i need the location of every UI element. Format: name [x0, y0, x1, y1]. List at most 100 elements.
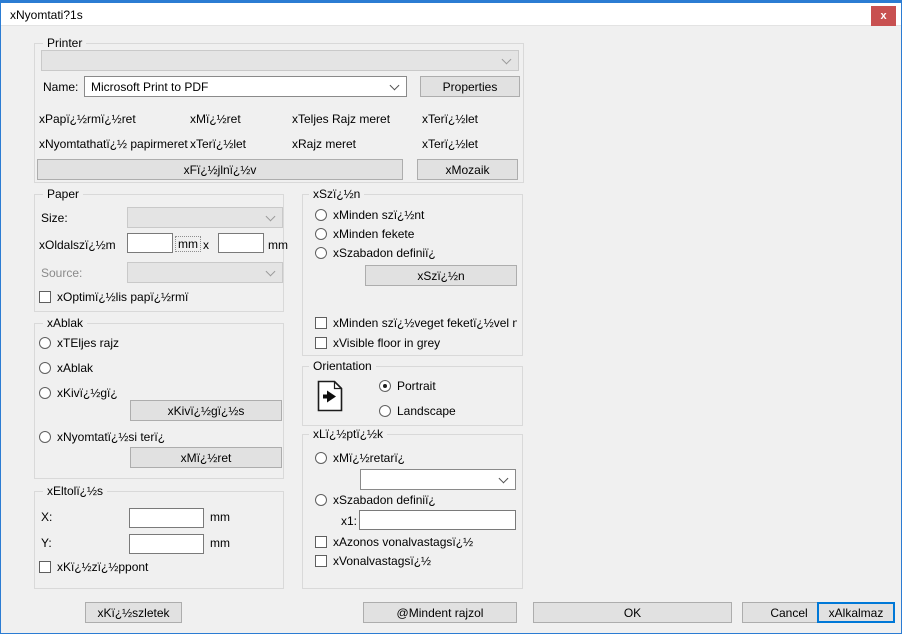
paper-group-label: Paper — [43, 187, 83, 201]
radio-indicator — [315, 247, 327, 259]
apply-button[interactable]: xAlkalmaz — [817, 602, 895, 623]
area-info-label-2: xTerï¿½let — [190, 137, 246, 151]
mm-unit-label-x: mm — [210, 510, 230, 524]
chevron-down-icon — [390, 80, 400, 90]
printer-name-label: Name: — [43, 80, 78, 94]
x1-label: x1: — [341, 514, 357, 528]
radio-indicator — [39, 362, 51, 374]
chevron-down-icon — [499, 473, 509, 483]
offset-y-label: Y: — [41, 536, 52, 550]
radio-print-area[interactable]: xNyomtatï¿½si terï¿ — [39, 430, 165, 444]
text-black-checkbox[interactable]: xMinden szï¿½veget feketï¿½vel nyom — [315, 316, 517, 330]
radio-all-colors[interactable]: xMinden szï¿½nt — [315, 208, 424, 222]
window-area-group: xAblak xTEljes rajz xAblak xKivï¿½gï¿ xK… — [34, 323, 284, 479]
radio-landscape[interactable]: Landscape — [379, 404, 456, 418]
orientation-group: Orientation Portrait Landscape — [302, 366, 523, 426]
radio-full-drawing[interactable]: xTEljes rajz — [39, 336, 119, 350]
scale-group: xLï¿½ptï¿½k xMï¿½retarï¿ xSzabadon defin… — [302, 434, 523, 589]
radio-indicator — [379, 405, 391, 417]
chevron-down-icon — [266, 266, 276, 276]
printable-paper-size-label: xNyomtathatï¿½ papirmeret — [39, 137, 188, 151]
radio-indicator — [315, 494, 327, 506]
area-info-label-3: xTerï¿½let — [422, 137, 478, 151]
scale-group-label: xLï¿½ptï¿½k — [309, 427, 387, 441]
printer-top-combobox[interactable] — [41, 50, 519, 71]
title-bar: xNyomtati?1s x — [1, 1, 901, 26]
pages-y-input[interactable] — [218, 233, 264, 253]
lineweight-checkbox[interactable]: xVonalvastagsï¿½ — [315, 554, 431, 568]
mm-unit-label-1: mm — [175, 236, 201, 252]
radio-scale-custom[interactable]: xSzabadon definiï¿ — [315, 493, 436, 507]
radio-indicator — [39, 387, 51, 399]
radio-indicator — [315, 228, 327, 240]
mm-unit-label-2: mm — [268, 238, 288, 252]
size-button[interactable]: xMï¿½ret — [130, 447, 282, 468]
mm-unit-label-y: mm — [210, 536, 230, 550]
offset-group-label: xEltolï¿½s — [43, 484, 107, 498]
presets-button[interactable]: xKï¿½szletek — [85, 602, 182, 623]
radio-all-black[interactable]: xMinden fekete — [315, 227, 414, 241]
checkbox-indicator — [39, 561, 51, 573]
scale-x1-input[interactable] — [359, 510, 516, 530]
checkbox-indicator — [39, 291, 51, 303]
checkbox-indicator — [315, 337, 327, 349]
mosaic-button[interactable]: xMozaik — [417, 159, 518, 180]
radio-indicator-selected — [379, 380, 391, 392]
scale-ratio-combobox[interactable] — [360, 469, 516, 490]
checkbox-indicator — [315, 536, 327, 548]
radio-indicator — [39, 431, 51, 443]
paper-size-combobox[interactable] — [127, 207, 283, 228]
floor-grey-checkbox[interactable]: xVisible floor in grey — [315, 336, 440, 350]
drawing-size-label: xRajz meret — [292, 137, 356, 151]
checkbox-indicator — [315, 555, 327, 567]
optimal-paper-checkbox[interactable]: xOptimï¿½lis papï¿½rmï — [39, 290, 188, 304]
area-info-label-1: xTerï¿½let — [422, 112, 478, 126]
print-dialog: { "window": { "title": "xNyomtati?1s", "… — [0, 0, 902, 634]
paper-size-label: Size: — [41, 211, 68, 225]
chevron-down-icon — [266, 211, 276, 221]
draw-all-button[interactable]: @Mindent rajzol — [363, 602, 517, 623]
window-title: xNyomtati?1s — [10, 8, 83, 22]
paper-source-label: Source: — [41, 266, 82, 280]
printer-group: Printer Name: Microsoft Print to PDF Pro… — [34, 43, 524, 183]
close-button[interactable]: x — [871, 6, 896, 26]
offset-group: xEltolï¿½s X: mm Y: mm xKï¿½zï¿½ppont — [34, 491, 284, 589]
radio-custom-color[interactable]: xSzabadon definiï¿ — [315, 246, 436, 260]
printer-name-value: Microsoft Print to PDF — [91, 80, 208, 94]
chevron-down-icon — [502, 54, 512, 64]
same-lineweight-checkbox[interactable]: xAzonos vonalvastagsï¿½ — [315, 535, 473, 549]
paper-source-combobox[interactable] — [127, 262, 283, 283]
size-info-label: xMï¿½ret — [190, 112, 241, 126]
offset-y-input[interactable] — [129, 534, 204, 554]
times-label: x — [203, 238, 209, 252]
radio-portrait[interactable]: Portrait — [379, 379, 436, 393]
checkbox-indicator — [315, 317, 327, 329]
filename-button[interactable]: xFï¿½jlnï¿½v — [37, 159, 403, 180]
pages-x-input[interactable] — [127, 233, 173, 253]
paper-group: Paper Size: xOldalszï¿½m mm x mm Source:… — [34, 194, 284, 312]
radio-indicator — [39, 337, 51, 349]
offset-x-input[interactable] — [129, 508, 204, 528]
properties-button[interactable]: Properties — [420, 76, 520, 97]
radio-scale-ratio[interactable]: xMï¿½retarï¿ — [315, 451, 405, 465]
close-icon: x — [880, 10, 886, 22]
offset-x-label: X: — [41, 510, 52, 524]
page-orientation-icon — [317, 380, 343, 412]
printer-group-label: Printer — [43, 36, 86, 50]
paper-size-info-label: xPapï¿½rmï¿½ret — [39, 112, 136, 126]
color-group-label: xSzï¿½n — [309, 187, 364, 201]
orientation-group-label: Orientation — [309, 359, 376, 373]
radio-indicator — [315, 452, 327, 464]
color-button[interactable]: xSzï¿½n — [365, 265, 517, 286]
page-count-label: xOldalszï¿½m — [39, 238, 116, 252]
cutout-button[interactable]: xKivï¿½gï¿½s — [130, 400, 282, 421]
color-group: xSzï¿½n xMinden szï¿½nt xMinden fekete x… — [302, 194, 523, 356]
radio-window[interactable]: xAblak — [39, 361, 93, 375]
printer-name-combobox[interactable]: Microsoft Print to PDF — [84, 76, 407, 97]
radio-cutout[interactable]: xKivï¿½gï¿ — [39, 386, 118, 400]
radio-indicator — [315, 209, 327, 221]
window-area-group-label: xAblak — [43, 316, 87, 330]
ok-button[interactable]: OK — [533, 602, 732, 623]
center-checkbox[interactable]: xKï¿½zï¿½ppont — [39, 560, 148, 574]
full-drawing-size-label: xTeljes Rajz meret — [292, 112, 390, 126]
